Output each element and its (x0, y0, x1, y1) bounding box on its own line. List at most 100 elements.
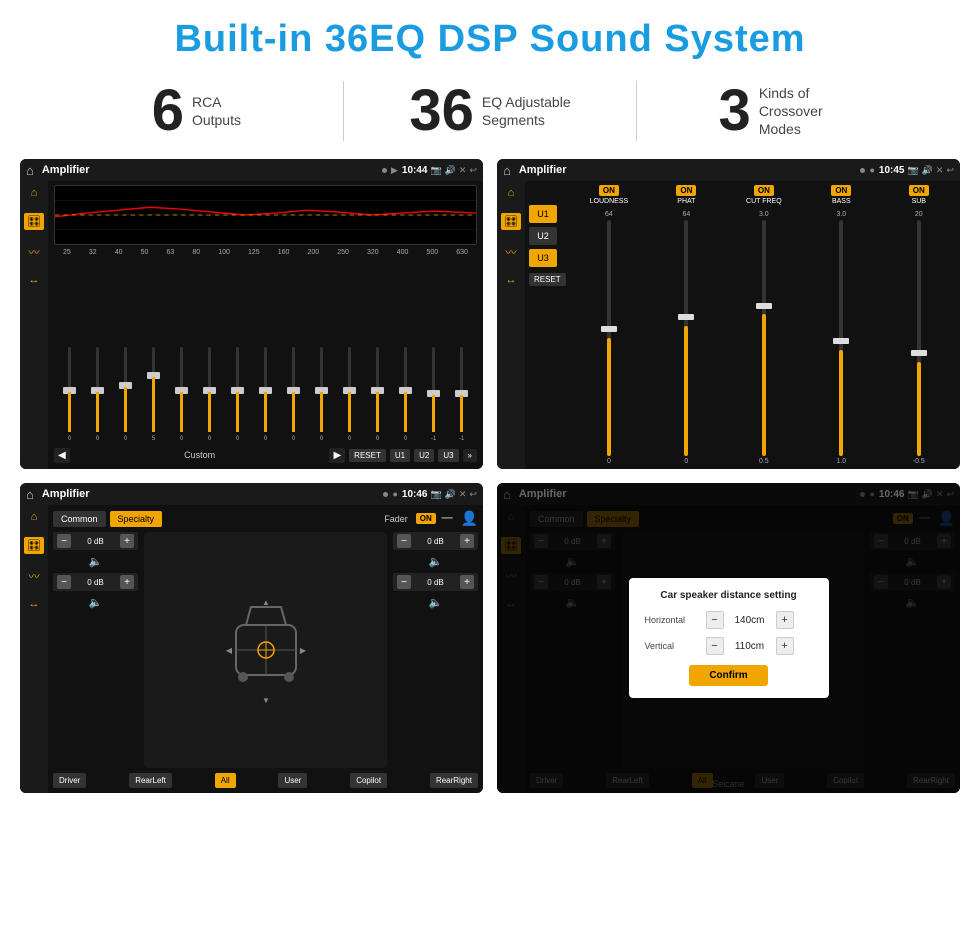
back-icon-2[interactable]: ↩ (946, 165, 954, 176)
db-minus-2[interactable]: − (397, 534, 411, 548)
app-name-2: Amplifier (519, 164, 857, 176)
sidebar-home-1[interactable]: ⌂ (31, 187, 38, 199)
dot-icon-2 (860, 168, 865, 173)
sidebar-eq-1[interactable]: 🎛 (24, 213, 44, 230)
rearleft-bottom-button[interactable]: RearLeft (129, 773, 172, 788)
close-icon-3[interactable]: ✕ (459, 489, 467, 500)
stat-rca: 6 RCA Outputs (60, 82, 333, 140)
eq-u3-button[interactable]: U3 (438, 449, 458, 462)
cutfreq-on-button[interactable]: ON (754, 185, 774, 196)
stat-rca-label: RCA Outputs (192, 93, 241, 129)
back-icon-3[interactable]: ↩ (469, 489, 477, 500)
eq-u1-button[interactable]: U1 (390, 449, 410, 462)
fader-main: Common Specialty Fader ON ━━ 👤 − 0 dB + (48, 505, 483, 793)
eq-slider-0: 0 (56, 345, 83, 442)
loudness-on-button[interactable]: ON (599, 185, 619, 196)
status-bar-1: ⌂ Amplifier ▶ 10:44 📷 🔊 ✕ ↩ (20, 159, 483, 181)
home-icon-2[interactable]: ⌂ (503, 163, 511, 178)
svg-text:▶: ▶ (299, 646, 306, 655)
fader-middle: − 0 dB + 🔈 − 0 dB + 🔈 (53, 532, 478, 768)
db-val-2: 0 dB (414, 537, 457, 546)
play-icon-1: ▶ (391, 165, 398, 176)
stat-divider-2 (636, 81, 637, 141)
sub-on-button[interactable]: ON (909, 185, 929, 196)
col-sub: ON SUB 20 -0.5 (882, 185, 956, 465)
db-minus-1[interactable]: − (57, 575, 71, 589)
sidebar-speaker-2[interactable]: ↔ (506, 274, 517, 286)
eq-slider-8: 0 (280, 345, 307, 442)
eq-bottom-bar: ◀ Custom ▶ RESET U1 U2 U3 » (54, 445, 477, 465)
back-icon-1[interactable]: ↩ (469, 165, 477, 176)
eq-u2-button[interactable]: U2 (414, 449, 434, 462)
eq-main: 253240506380100125160200250320400500630 … (48, 181, 483, 469)
user-bottom-button[interactable]: User (278, 773, 307, 788)
status-icons-3: 10:46 📷 🔊 ✕ ↩ (402, 489, 477, 500)
col-phat: ON PHAT 64 0 (649, 185, 723, 465)
eq-slider-7: 0 (252, 345, 279, 442)
fader-diagram: ▲ ▼ ◀ ▶ (144, 532, 387, 768)
eq-slider-14: -1 (448, 345, 475, 442)
bass-on-button[interactable]: ON (831, 185, 851, 196)
vertical-plus-button[interactable]: + (776, 637, 794, 655)
stat-eq-label: EQ Adjustable Segments (482, 93, 571, 129)
eq-slider-12: 0 (392, 345, 419, 442)
common-tab-button[interactable]: Common (53, 511, 106, 527)
phat-on-button[interactable]: ON (676, 185, 696, 196)
distance-modal-overlay: Car speaker distance setting Horizontal … (497, 483, 960, 793)
screen-fader: ⌂ Amplifier ● 10:46 📷 🔊 ✕ ↩ ⌂ 🎛 〰 ↔ Comm… (20, 483, 483, 793)
sidebar-eq-3[interactable]: 🎛 (24, 537, 44, 554)
screenshots-grid: ⌂ Amplifier ▶ 10:44 📷 🔊 ✕ ↩ ⌂ 🎛 〰 ↔ (0, 159, 980, 807)
db-plus-1[interactable]: + (120, 575, 134, 589)
db-plus-0[interactable]: + (120, 534, 134, 548)
close-icon-1[interactable]: ✕ (459, 165, 467, 176)
home-icon-3[interactable]: ⌂ (26, 487, 34, 502)
fader-on-badge: ON (416, 513, 436, 524)
vertical-row: Vertical − 110cm + (645, 637, 813, 655)
specialty-tab-button[interactable]: Specialty (110, 511, 163, 527)
svg-text:▲: ▲ (262, 598, 270, 607)
sidebar-wave-2[interactable]: 〰 (506, 244, 517, 260)
db-minus-0[interactable]: − (57, 534, 71, 548)
volume-icon-2: 🔊 (922, 165, 933, 176)
confirm-button[interactable]: Confirm (689, 665, 767, 686)
u2-selector-button[interactable]: U2 (529, 227, 557, 245)
sidebar-speaker-3[interactable]: ↔ (29, 598, 40, 610)
svg-text:▼: ▼ (262, 696, 270, 705)
sidebar-wave-3[interactable]: 〰 (29, 568, 40, 584)
time-3: 10:46 (402, 489, 428, 500)
db-plus-3[interactable]: + (460, 575, 474, 589)
fader-profile-icon[interactable]: 👤 (461, 510, 478, 527)
sidebar-wave-1[interactable]: 〰 (29, 244, 40, 260)
eq-more-button[interactable]: » (463, 449, 477, 462)
eq-prev-button[interactable]: ◀ (54, 448, 70, 463)
eq-reset-button[interactable]: RESET (349, 449, 386, 462)
eq-slider-11: 0 (364, 345, 391, 442)
all-bottom-button[interactable]: All (215, 773, 236, 788)
horizontal-minus-button[interactable]: − (706, 611, 724, 629)
horizontal-label: Horizontal (645, 615, 700, 625)
eq-next-button[interactable]: ▶ (329, 448, 345, 463)
driver-bottom-button[interactable]: Driver (53, 773, 86, 788)
home-icon-1[interactable]: ⌂ (26, 163, 34, 178)
page-title: Built-in 36EQ DSP Sound System (0, 0, 980, 71)
screen-distance: ⌂ Amplifier ● 10:46 📷 🔊 ✕ ↩ ⌂ 🎛 〰 ↔ C (497, 483, 960, 793)
rearright-bottom-button[interactable]: RearRight (430, 773, 478, 788)
sidebar-speaker-1[interactable]: ↔ (29, 274, 40, 286)
sidebar-eq-2[interactable]: 🎛 (501, 213, 521, 230)
db-minus-3[interactable]: − (397, 575, 411, 589)
u3-selector-button[interactable]: U3 (529, 249, 557, 267)
db-plus-2[interactable]: + (460, 534, 474, 548)
sidebar-home-3[interactable]: ⌂ (31, 511, 38, 523)
copilot-bottom-button[interactable]: Copilot (350, 773, 387, 788)
distance-modal: Car speaker distance setting Horizontal … (629, 578, 829, 698)
camera-icon-2: 📷 (907, 165, 918, 176)
close-icon-2[interactable]: ✕ (936, 165, 944, 176)
vertical-minus-button[interactable]: − (706, 637, 724, 655)
sidebar-home-2[interactable]: ⌂ (508, 187, 515, 199)
horizontal-plus-button[interactable]: + (776, 611, 794, 629)
fader-right-controls: − 0 dB + 🔈 − 0 dB + 🔈 (393, 532, 478, 768)
stat-divider-1 (343, 81, 344, 141)
camera-icon-3: 📷 (430, 489, 441, 500)
crossover-reset-button[interactable]: RESET (529, 273, 566, 286)
u1-selector-button[interactable]: U1 (529, 205, 557, 223)
